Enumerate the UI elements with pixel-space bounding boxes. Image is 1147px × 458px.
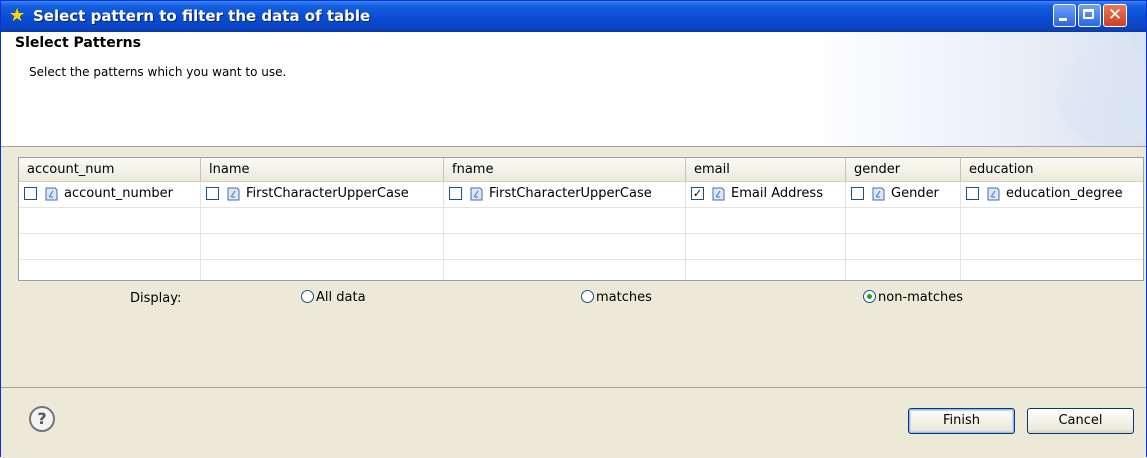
- button-bar: ? Finish Cancel: [1, 387, 1146, 458]
- radio-button[interactable]: [301, 290, 314, 303]
- empty-cell: [846, 260, 961, 280]
- page-description: Select the patterns which you want to us…: [29, 65, 287, 79]
- pattern-label: Gender: [891, 186, 939, 201]
- cancel-button[interactable]: Cancel: [1027, 408, 1134, 434]
- radio-all-data[interactable]: All data: [301, 289, 366, 307]
- empty-cell: [19, 208, 201, 233]
- pattern-label: FirstCharacterUpperCase: [489, 186, 652, 201]
- pattern-icon: [712, 187, 725, 201]
- title-bar[interactable]: ★ Select pattern to filter the data of t…: [1, 1, 1146, 32]
- column-header-lname[interactable]: lname: [201, 158, 444, 181]
- patterns-table: account_num lname fname email gender edu…: [18, 157, 1144, 281]
- radio-label: matches: [596, 290, 652, 305]
- table-row-empty: [19, 234, 1143, 260]
- radio-label: non-matches: [878, 290, 964, 305]
- table-row-empty: [19, 260, 1143, 280]
- help-icon[interactable]: ?: [29, 406, 55, 432]
- empty-cell: [961, 234, 1143, 259]
- pattern-checkbox[interactable]: [966, 187, 979, 200]
- column-header-account-num[interactable]: account_num: [19, 158, 201, 181]
- banner-graphic: [1056, 52, 1146, 142]
- empty-cell: [846, 234, 961, 259]
- pattern-checkbox[interactable]: [206, 187, 219, 200]
- pattern-checkbox[interactable]: [24, 187, 37, 200]
- close-button[interactable]: ✕: [1103, 4, 1127, 27]
- pattern-icon: [470, 187, 483, 201]
- empty-cell: [961, 208, 1143, 233]
- finish-button[interactable]: Finish: [908, 408, 1015, 434]
- radio-button[interactable]: [581, 290, 594, 303]
- radio-button-selected[interactable]: [863, 290, 876, 303]
- column-header-gender[interactable]: gender: [846, 158, 961, 181]
- close-icon: ✕: [1107, 5, 1123, 25]
- pattern-cell[interactable]: ✓ Email Address: [686, 182, 846, 207]
- pattern-label: education_degree: [1006, 186, 1123, 201]
- empty-cell: [444, 260, 686, 280]
- empty-cell: [201, 260, 444, 280]
- empty-cell: [201, 234, 444, 259]
- table-row-empty: [19, 208, 1143, 234]
- pattern-cell[interactable]: FirstCharacterUpperCase: [201, 182, 444, 207]
- pattern-label: FirstCharacterUpperCase: [246, 186, 409, 201]
- window-title: Select pattern to filter the data of tab…: [33, 7, 371, 25]
- dialog-window: ★ Select pattern to filter the data of t…: [0, 0, 1147, 458]
- empty-cell: [686, 260, 846, 280]
- empty-cell: [961, 260, 1143, 280]
- empty-cell: [19, 234, 201, 259]
- maximize-button[interactable]: [1078, 4, 1101, 27]
- column-header-education[interactable]: education: [961, 158, 1143, 181]
- pattern-checkbox-checked[interactable]: ✓: [691, 187, 704, 200]
- empty-cell: [686, 234, 846, 259]
- table-row: account_number FirstCharacterUpperCase F…: [19, 182, 1143, 208]
- pattern-label: account_number: [64, 186, 174, 201]
- empty-cell: [444, 208, 686, 233]
- radio-non-matches[interactable]: non-matches: [863, 289, 963, 307]
- minimize-icon: [1059, 18, 1067, 21]
- pattern-checkbox[interactable]: [851, 187, 864, 200]
- pattern-icon: [872, 187, 885, 201]
- empty-cell: [846, 208, 961, 233]
- radio-dot: [867, 294, 872, 299]
- page-title: Slelect Patterns: [15, 35, 141, 51]
- pattern-icon: [987, 187, 1000, 201]
- radio-label: All data: [316, 290, 366, 305]
- pattern-cell[interactable]: Gender: [846, 182, 961, 207]
- display-label: Display:: [130, 291, 182, 306]
- pattern-icon: [45, 187, 58, 201]
- pattern-label: Email Address: [731, 186, 823, 201]
- empty-cell: [201, 208, 444, 233]
- header-banner: [1, 32, 1146, 147]
- empty-cell: [686, 208, 846, 233]
- table-header: account_num lname fname email gender edu…: [19, 158, 1143, 182]
- column-header-email[interactable]: email: [686, 158, 846, 181]
- star-icon: ★: [9, 5, 26, 26]
- pattern-icon: [227, 187, 240, 201]
- pattern-checkbox[interactable]: [449, 187, 462, 200]
- minimize-button[interactable]: [1053, 4, 1076, 27]
- empty-cell: [444, 234, 686, 259]
- column-header-fname[interactable]: fname: [444, 158, 686, 181]
- maximize-icon: [1083, 9, 1094, 19]
- pattern-cell[interactable]: account_number: [19, 182, 201, 207]
- pattern-cell[interactable]: education_degree: [961, 182, 1143, 207]
- radio-matches[interactable]: matches: [581, 289, 652, 307]
- empty-cell: [19, 260, 201, 280]
- pattern-cell[interactable]: FirstCharacterUpperCase: [444, 182, 686, 207]
